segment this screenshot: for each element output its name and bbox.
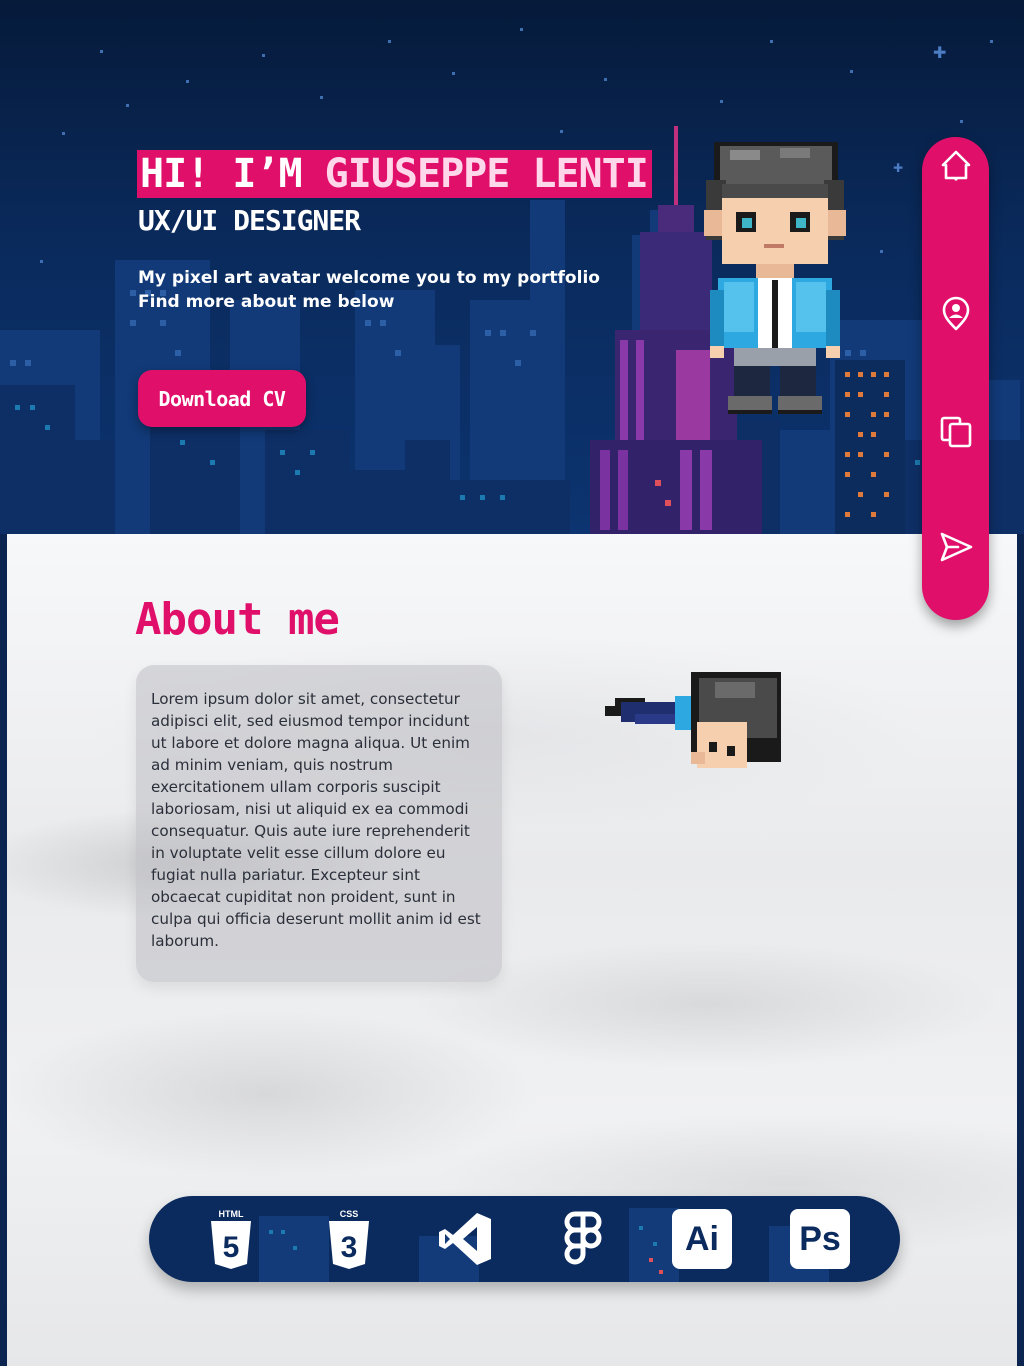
user-pin-icon: [942, 296, 970, 331]
download-cv-button[interactable]: Download CV: [138, 370, 306, 427]
tools-bar-skyline: [259, 1208, 829, 1282]
hero-role: UX/UI DESIGNER: [138, 204, 361, 237]
hero-intro-line: Find more about me below: [138, 292, 395, 312]
about-title: About me: [135, 594, 340, 645]
nav-portfolio-button[interactable]: [935, 411, 977, 453]
css-label: CSS: [340, 1209, 359, 1219]
html5-logo[interactable]: HTML 5: [201, 1209, 261, 1269]
send-icon: [940, 532, 973, 562]
figma-logo[interactable]: [553, 1209, 613, 1269]
greeting-text: HI! I’M: [140, 151, 325, 197]
nav-home-button[interactable]: [935, 145, 977, 187]
nav-about-button[interactable]: [935, 293, 977, 335]
css3-icon: CSS 3: [329, 1209, 369, 1269]
pixel-avatar: [704, 142, 846, 414]
css3-logo[interactable]: CSS 3: [319, 1209, 379, 1269]
home-icon: [941, 150, 971, 181]
html5-icon: HTML 5: [211, 1209, 251, 1269]
html-number: 5: [223, 1231, 240, 1264]
figma-icon: [564, 1211, 602, 1265]
about-text: Lorem ipsum dolor sit amet, consectetur …: [151, 690, 481, 950]
name-text: GIUSEPPE LENTI: [324, 151, 649, 197]
illustrator-logo[interactable]: Ai: [672, 1209, 732, 1269]
hero-section: ✚ ✚ HI! I’M GIUSEPPE LENTI UX/UI DESIGNE…: [0, 0, 1024, 534]
vscode-icon: [439, 1213, 491, 1265]
city-skyline: [0, 126, 1024, 534]
photoshop-icon: Ps: [790, 1209, 850, 1269]
html-label: HTML: [219, 1209, 244, 1219]
tools-bar: HTML 5 CSS 3 Ai Ps: [149, 1196, 900, 1282]
nav-contact-button[interactable]: [935, 526, 977, 568]
hero-title: HI! I’M GIUSEPPE LENTI: [140, 150, 649, 198]
hero-intro-line: My pixel art avatar welcome you to my po…: [138, 268, 600, 288]
about-card: Lorem ipsum dolor sit amet, consectetur …: [136, 665, 502, 982]
illustrator-icon: Ai: [672, 1209, 732, 1269]
photoshop-logo[interactable]: Ps: [790, 1209, 850, 1269]
vscode-logo[interactable]: [435, 1209, 495, 1269]
css-number: 3: [341, 1231, 358, 1264]
flying-avatar: [605, 672, 781, 768]
side-nav: [922, 137, 989, 620]
documents-icon: [940, 416, 972, 448]
